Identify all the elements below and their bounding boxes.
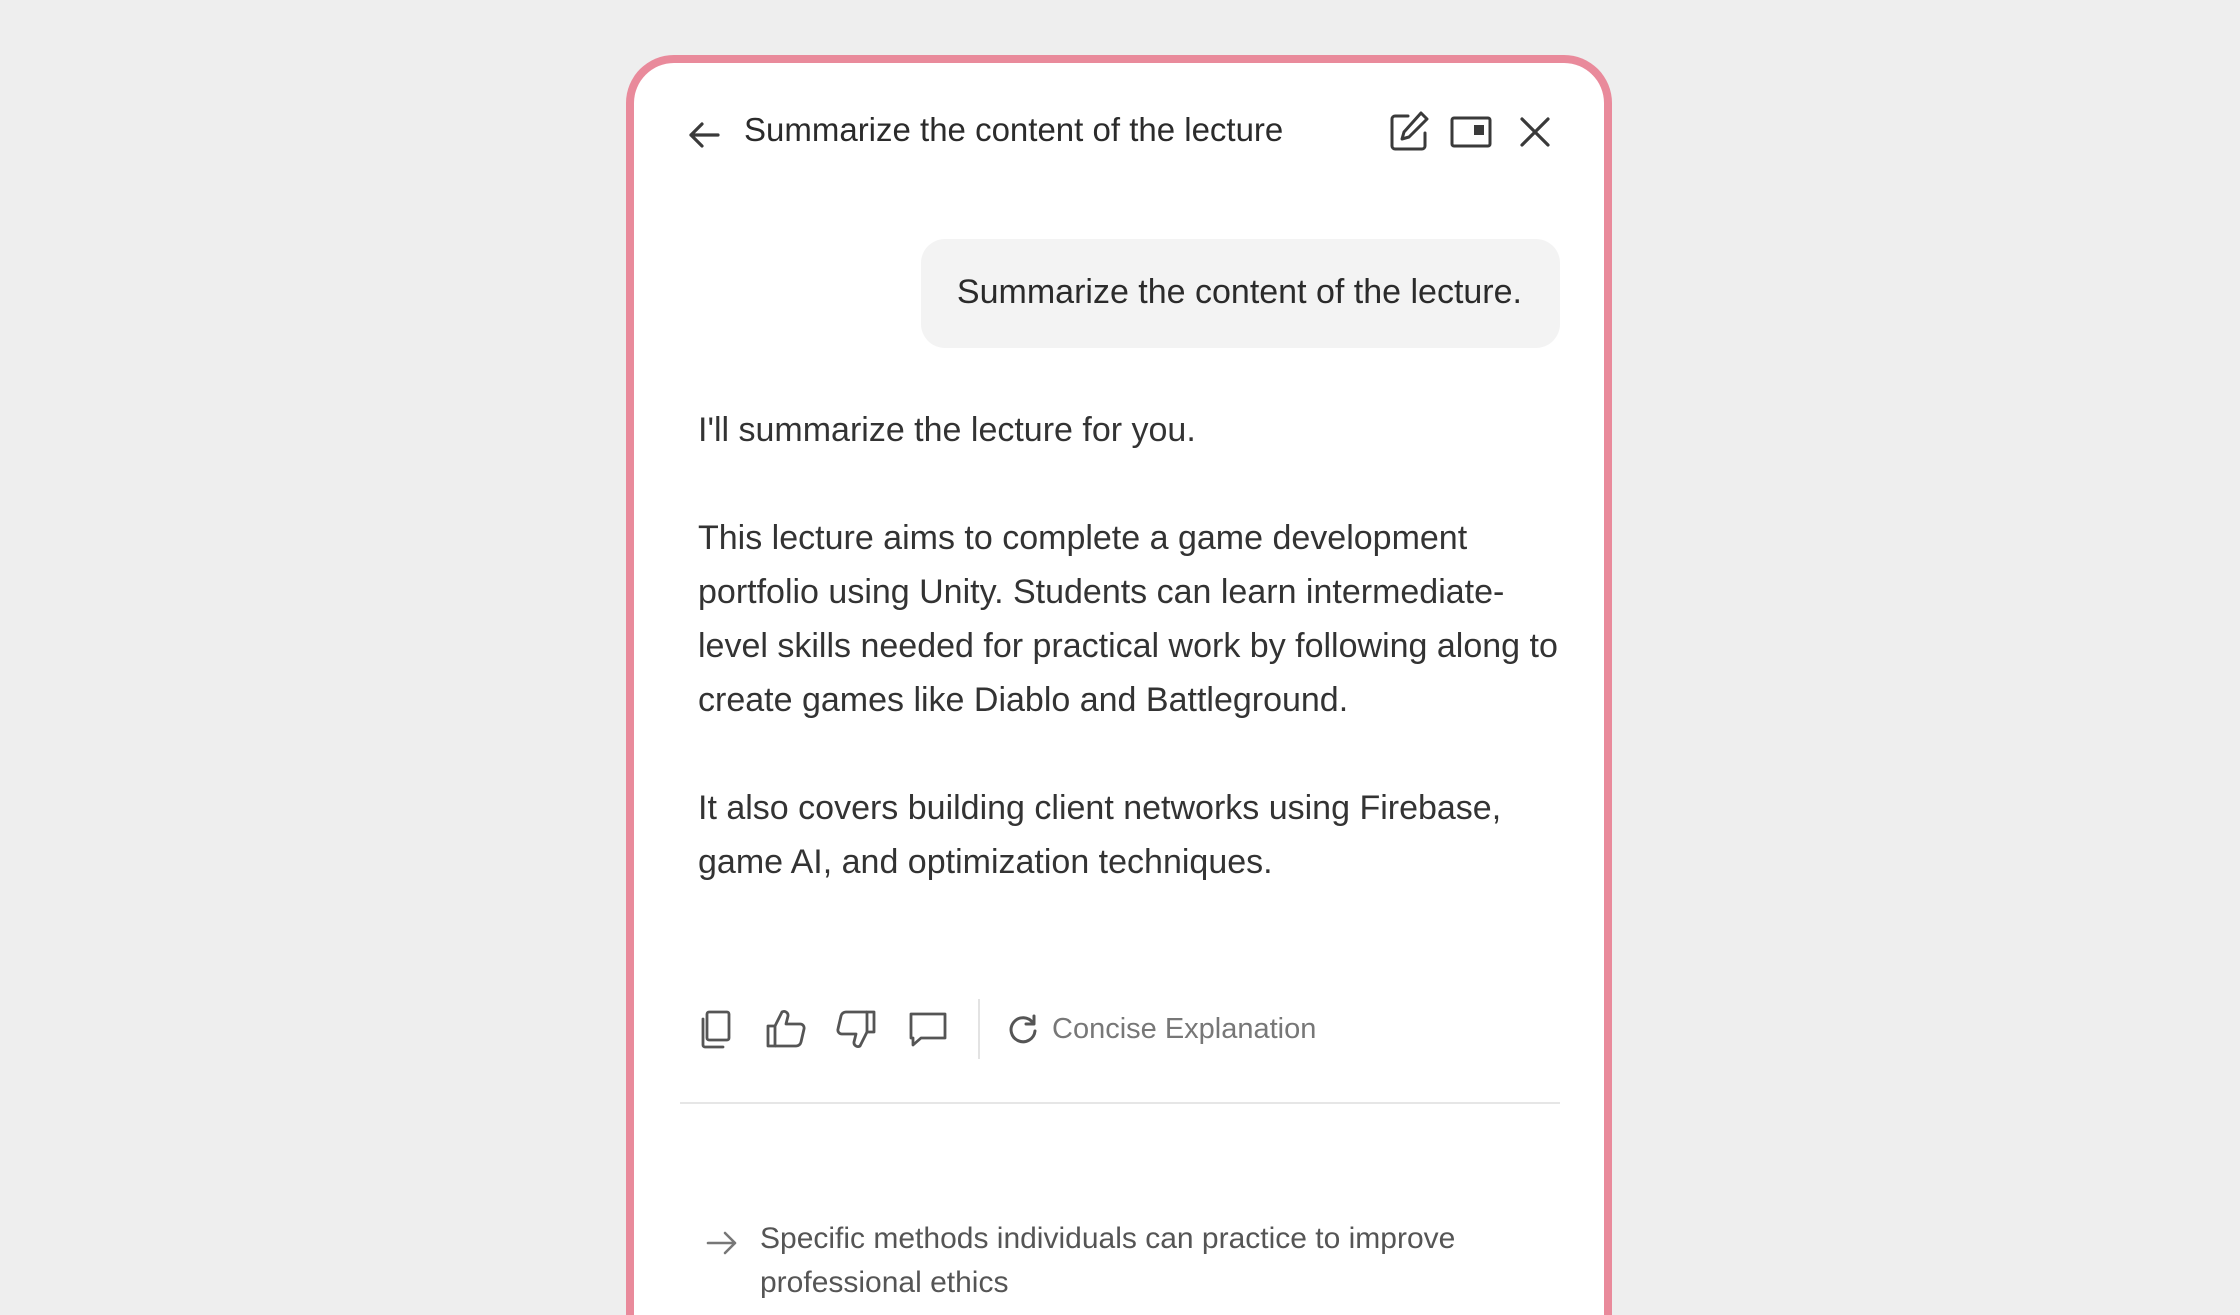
back-button[interactable] [684,115,724,155]
action-divider [978,999,980,1059]
copy-icon [701,1010,731,1049]
edit-icon [1390,111,1429,151]
like-button[interactable] [764,1007,808,1051]
comment-icon [909,1012,947,1047]
thumbs-up-icon [766,1010,806,1048]
suggested-question-text: Specific methods individuals can practic… [760,1222,1456,1299]
response-actions: Concise Explanation [694,993,1554,1065]
section-divider [680,1102,1560,1104]
response-paragraph: It also covers building client networks … [698,789,1502,881]
assistant-response: I'll summarize the lecture for you. This… [698,403,1558,889]
refresh-icon [1009,1014,1037,1044]
dislike-button[interactable] [834,1007,878,1051]
copy-button[interactable] [694,1007,738,1051]
close-button[interactable] [1512,109,1558,155]
page-title: Summarize the content of the lecture [744,111,1284,148]
new-chat-button[interactable] [1386,109,1432,155]
response-paragraph: This lecture aims to complete a game dev… [698,519,1558,719]
panel-header: Summarize the content of the lecture [634,63,1604,203]
concise-explanation-label: Concise Explanation [1052,1012,1317,1045]
picture-in-picture-button[interactable] [1448,109,1494,155]
user-message-bubble: Summarize the content of the lecture. [920,239,1560,348]
picture-in-picture-icon [1450,116,1492,148]
back-arrow-icon [689,122,720,148]
feedback-button[interactable] [906,1007,950,1051]
thumbs-down-icon [836,1010,876,1048]
chat-panel: Summarize the content of the lecture Sum… [626,55,1612,1315]
close-icon [1520,117,1550,147]
response-paragraph: I'll summarize the lecture for you. [698,411,1196,449]
arrow-right-icon [706,1231,737,1255]
concise-explanation-button[interactable]: Concise Explanation [1006,1007,1316,1051]
